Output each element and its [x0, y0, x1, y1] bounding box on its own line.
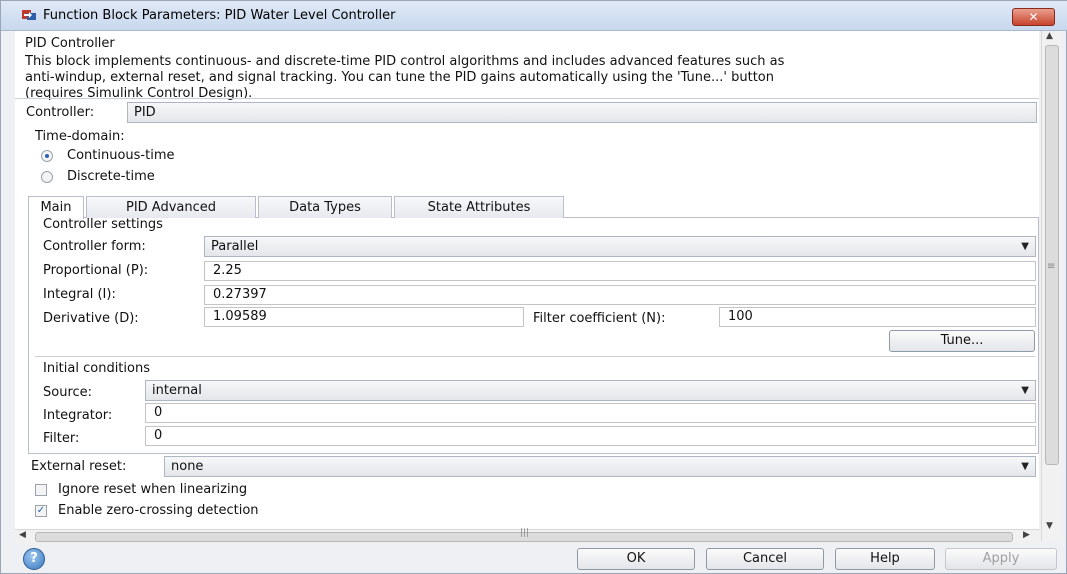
- proportional-field[interactable]: 2.25: [204, 261, 1036, 281]
- chevron-down-icon: ▼: [1021, 461, 1029, 472]
- proportional-label: Proportional (P):: [43, 263, 149, 278]
- scroll-left-icon[interactable]: ◀: [19, 530, 26, 540]
- external-reset-select[interactable]: none ▼: [164, 456, 1036, 477]
- divider: [15, 98, 1039, 99]
- initial-conditions-title: Initial conditions: [43, 361, 150, 376]
- filter-label: Filter:: [43, 431, 80, 446]
- vertical-scroll-thumb[interactable]: [1045, 45, 1059, 465]
- time-domain-label: Time-domain:: [35, 129, 125, 144]
- help-icon[interactable]: ?: [23, 548, 45, 570]
- help-button[interactable]: Help: [835, 548, 935, 570]
- tab-main[interactable]: Main: [28, 196, 84, 219]
- dialog-window: Function Block Parameters: PID Water Lev…: [0, 0, 1067, 574]
- radio-continuous-time[interactable]: [41, 150, 53, 162]
- scroll-up-icon[interactable]: ▲: [1046, 31, 1053, 41]
- radio-discrete-time[interactable]: [41, 171, 53, 183]
- ignore-reset-checkbox[interactable]: [35, 484, 47, 496]
- controller-form-label: Controller form:: [43, 239, 146, 254]
- controller-form-select[interactable]: Parallel ▼: [204, 236, 1036, 257]
- controller-value: PID: [134, 105, 156, 120]
- derivative-label: Derivative (D):: [43, 311, 139, 326]
- radio-continuous-time-label[interactable]: Continuous-time: [67, 148, 175, 163]
- block-description: This block implements continuous- and di…: [25, 54, 785, 101]
- controller-form-value: Parallel: [211, 239, 259, 254]
- tab-data-types[interactable]: Data Types: [258, 196, 392, 218]
- integral-label: Integral (I):: [43, 287, 116, 302]
- title-bar[interactable]: Function Block Parameters: PID Water Lev…: [1, 1, 1067, 31]
- scroll-right-icon[interactable]: ▶: [1023, 530, 1030, 540]
- derivative-field[interactable]: 1.09589: [204, 307, 524, 327]
- vertical-scrollbar[interactable]: ▲ ≡ ▼: [1041, 31, 1061, 541]
- block-name: PID Controller: [25, 36, 115, 51]
- integral-field[interactable]: 0.27397: [204, 285, 1036, 305]
- source-label: Source:: [43, 385, 93, 400]
- tune-button[interactable]: Tune...: [889, 330, 1035, 352]
- controller-label: Controller:: [26, 105, 95, 120]
- filter-field[interactable]: 0: [145, 426, 1036, 446]
- controller-settings-title: Controller settings: [43, 217, 163, 232]
- radio-discrete-time-label[interactable]: Discrete-time: [67, 169, 155, 184]
- external-reset-label: External reset:: [31, 459, 127, 474]
- chevron-down-icon: ▼: [1021, 385, 1029, 396]
- ignore-reset-label[interactable]: Ignore reset when linearizing: [58, 482, 247, 497]
- horizontal-scrollbar[interactable]: ◀ ||| ▶: [15, 528, 1039, 543]
- filter-coefficient-label: Filter coefficient (N):: [533, 311, 666, 326]
- integrator-label: Integrator:: [43, 408, 113, 423]
- simulink-block-icon: [22, 10, 36, 20]
- controller-select[interactable]: PID: [127, 102, 1037, 123]
- grip-icon: ≡: [1047, 261, 1056, 272]
- grip-icon: |||: [520, 528, 530, 538]
- source-value: internal: [152, 383, 202, 398]
- source-select[interactable]: internal ▼: [145, 380, 1036, 401]
- zero-crossing-label[interactable]: Enable zero-crossing detection: [58, 503, 259, 518]
- scroll-down-icon[interactable]: ▼: [1046, 521, 1053, 531]
- filter-coefficient-field[interactable]: 100: [719, 307, 1036, 327]
- divider: [35, 356, 1035, 357]
- zero-crossing-checkbox[interactable]: ✓: [35, 505, 47, 517]
- external-reset-value: none: [171, 459, 204, 474]
- tab-pid-advanced[interactable]: PID Advanced: [86, 196, 256, 218]
- close-button[interactable]: ✕: [1012, 8, 1055, 26]
- integrator-field[interactable]: 0: [145, 403, 1036, 423]
- window-title: Function Block Parameters: PID Water Lev…: [43, 8, 396, 23]
- tab-state-attributes[interactable]: State Attributes: [394, 196, 564, 218]
- cancel-button[interactable]: Cancel: [706, 548, 824, 570]
- ok-button[interactable]: OK: [577, 548, 695, 570]
- apply-button[interactable]: Apply: [945, 548, 1057, 570]
- chevron-down-icon: ▼: [1021, 241, 1029, 252]
